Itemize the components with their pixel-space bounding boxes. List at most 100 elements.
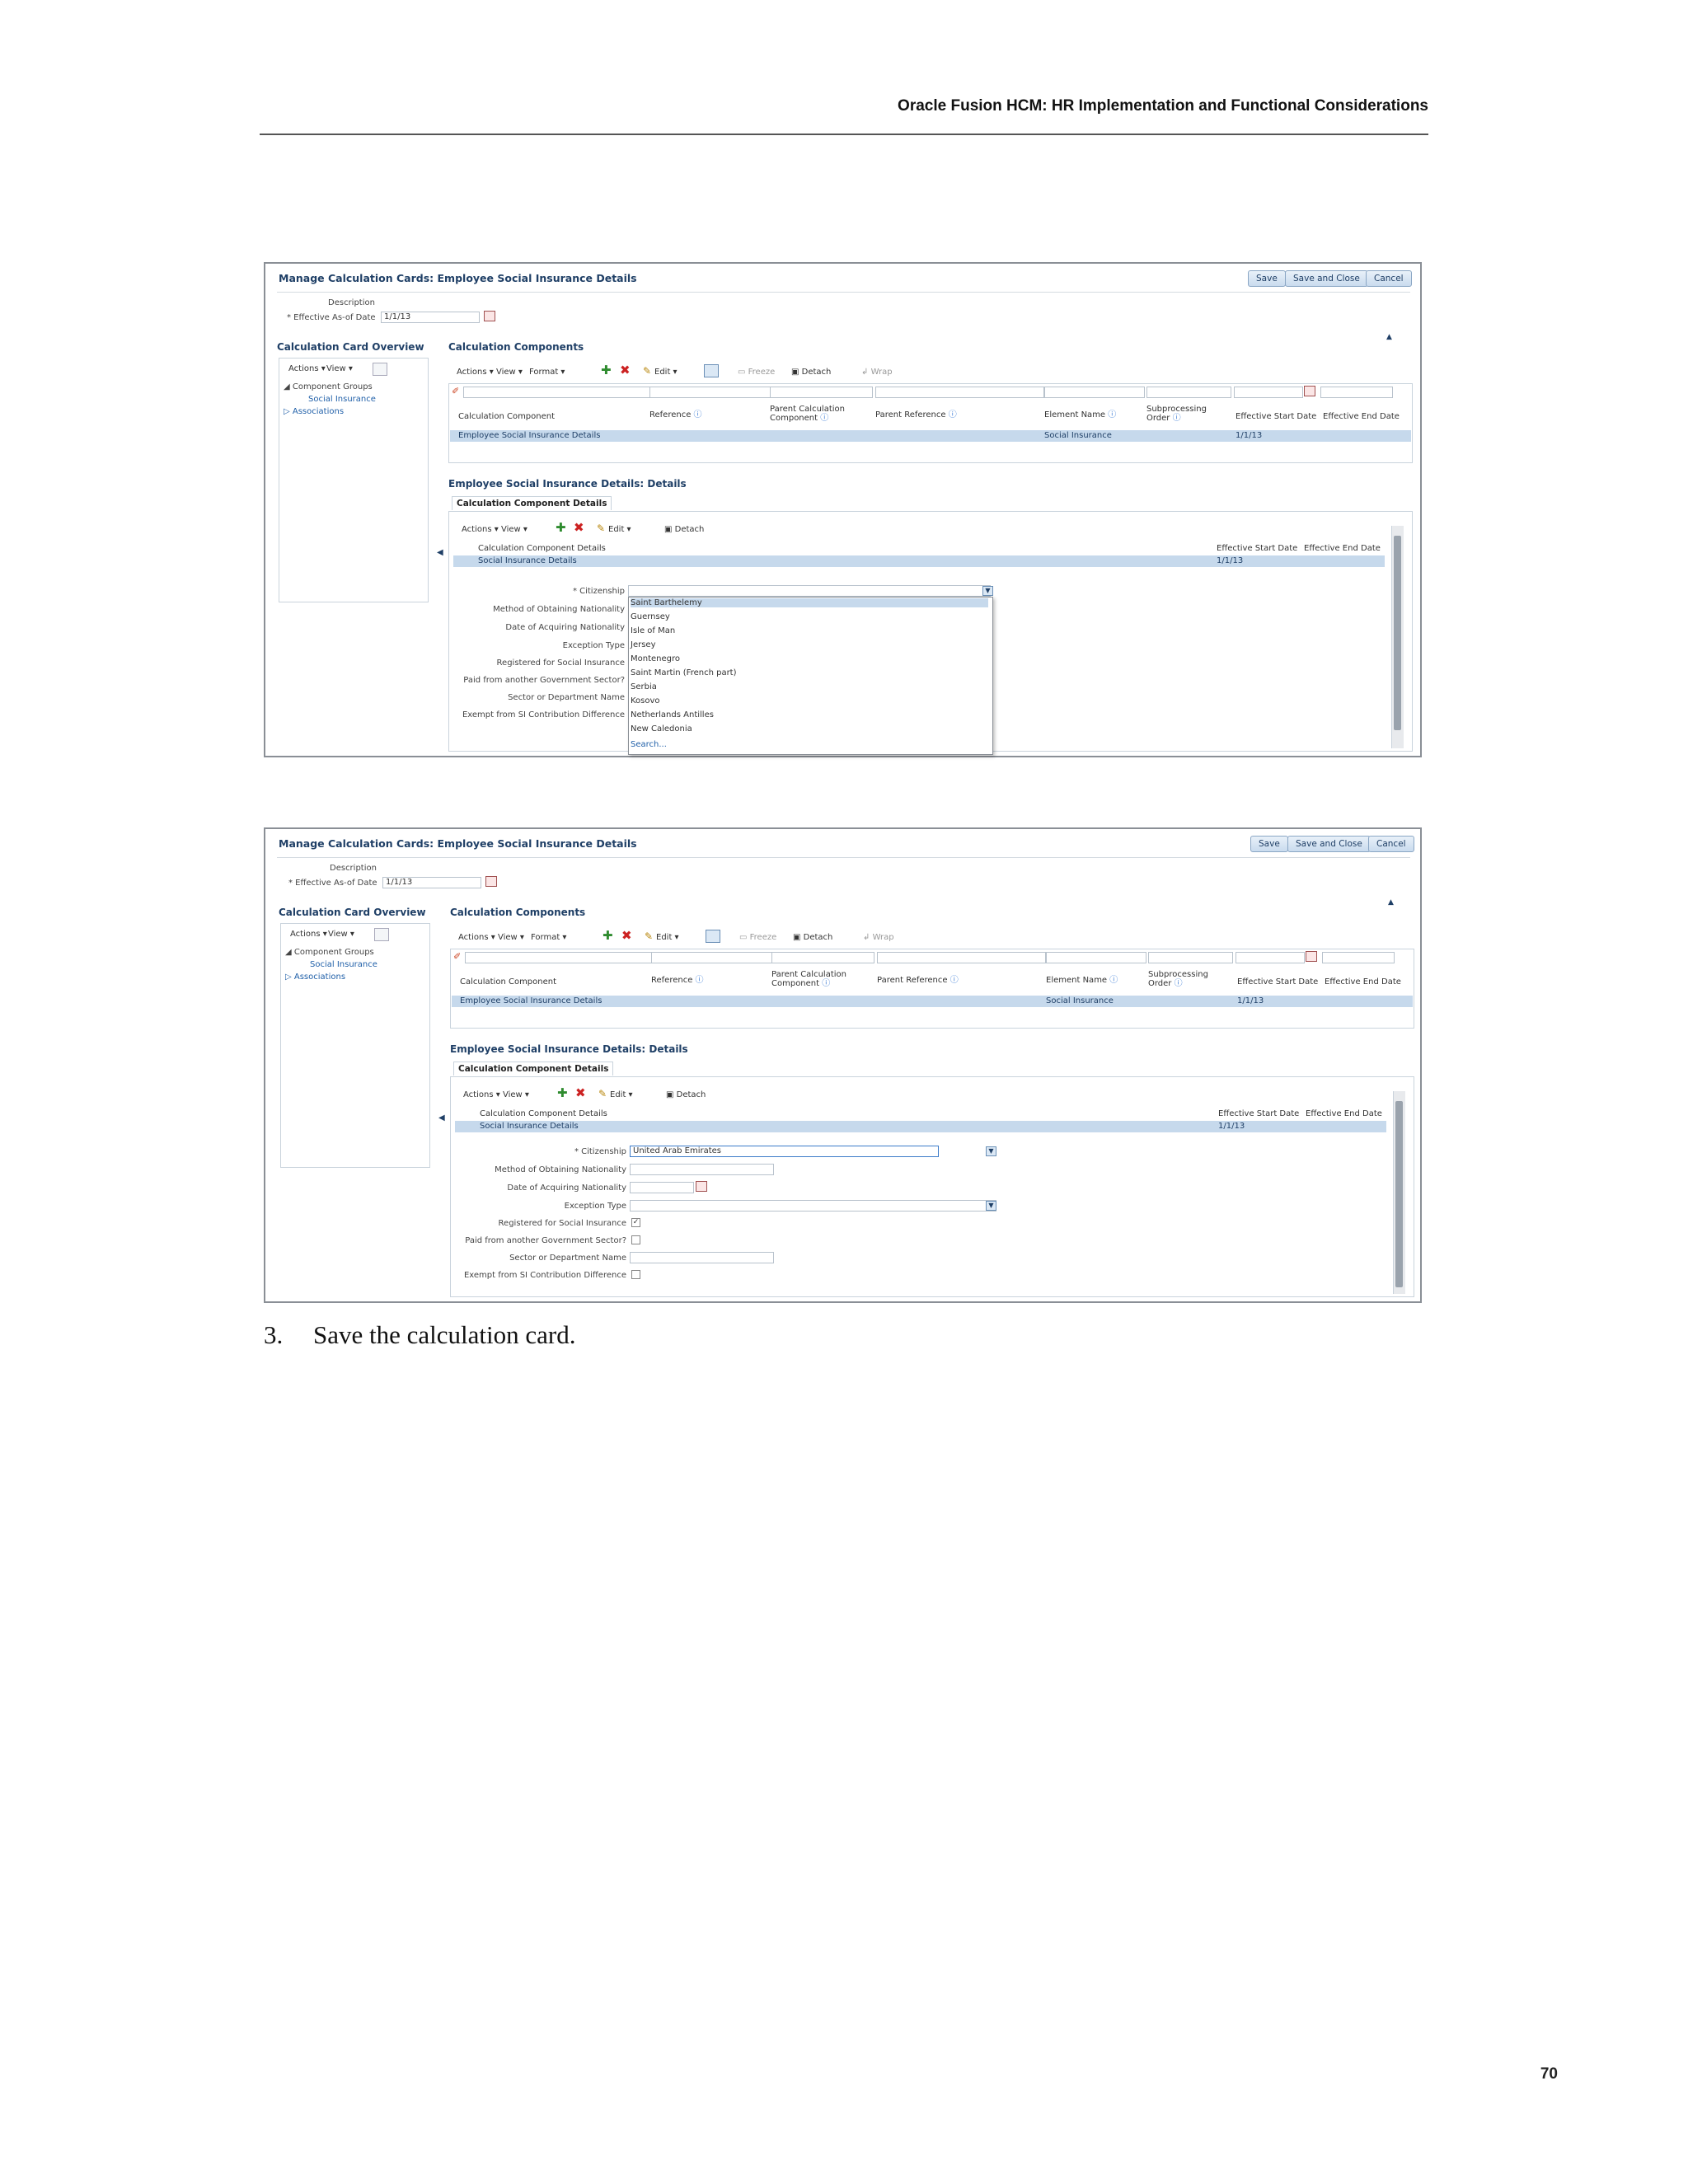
filter-eraser-icon[interactable]: ✐: [453, 951, 461, 962]
details-add-icon[interactable]: ✚: [557, 1087, 568, 1099]
help-icon[interactable]: ⓘ: [1175, 979, 1183, 988]
splitter-arrow-icon[interactable]: ◀: [438, 1113, 445, 1122]
dropdown-option[interactable]: Guernsey: [631, 612, 670, 621]
date-acquiring-calendar-icon[interactable]: [696, 1181, 707, 1192]
components-actions-menu[interactable]: Actions ▾: [457, 368, 494, 377]
paid-from-checkbox[interactable]: [631, 1235, 640, 1244]
tree-associations[interactable]: ▷ Associations: [285, 972, 345, 982]
dropdown-option[interactable]: Saint Martin (French part): [631, 668, 737, 677]
help-icon[interactable]: ⓘ: [822, 979, 830, 988]
col-element-name[interactable]: Element Name ⓘ: [1044, 410, 1116, 419]
delete-icon[interactable]: ✖: [620, 364, 631, 377]
filter-parent-reference[interactable]: [877, 952, 1046, 963]
col-ccd[interactable]: Calculation Component Details: [480, 1109, 607, 1118]
details-edit-menu[interactable]: Edit ▾: [608, 525, 631, 534]
details-actions-menu[interactable]: Actions ▾: [462, 525, 499, 534]
help-icon[interactable]: ⓘ: [1108, 410, 1116, 419]
tree-associations[interactable]: ▷ Associations: [284, 407, 344, 416]
col-eff-end[interactable]: Effective End Date: [1325, 977, 1401, 987]
col-parent-reference[interactable]: Parent Reference ⓘ: [877, 976, 959, 985]
delete-icon[interactable]: ✖: [621, 930, 632, 942]
filter-subprocessing[interactable]: [1148, 952, 1233, 963]
filter-parent-reference[interactable]: [875, 387, 1044, 398]
components-edit-menu[interactable]: Edit ▾: [656, 933, 679, 942]
citizenship-select[interactable]: [628, 585, 991, 597]
components-detach-button[interactable]: ▣ Detach: [793, 933, 832, 942]
overview-detach-icon[interactable]: [374, 928, 389, 941]
filter-eff-end[interactable]: [1322, 952, 1395, 963]
col-ccd-eff-end[interactable]: Effective End Date: [1304, 544, 1381, 553]
components-edit-menu[interactable]: Edit ▾: [654, 368, 678, 377]
pencil-icon[interactable]: ✎: [643, 365, 651, 377]
save-button[interactable]: Save: [1248, 270, 1286, 287]
col-calc-component[interactable]: Calculation Component: [460, 977, 556, 987]
details-table-row[interactable]: [453, 555, 1385, 567]
tab-calc-component-details[interactable]: Calculation Component Details: [452, 496, 612, 510]
components-wrap-button[interactable]: ↲ Wrap: [863, 933, 894, 942]
splitter-arrow-icon[interactable]: ◀: [437, 548, 443, 557]
filter-eff-end[interactable]: [1320, 387, 1393, 398]
cancel-button[interactable]: Cancel: [1366, 270, 1412, 287]
help-icon[interactable]: ⓘ: [949, 410, 957, 419]
details-detach-button[interactable]: ▣ Detach: [666, 1090, 706, 1099]
cancel-button[interactable]: Cancel: [1368, 836, 1414, 852]
filter-element-name[interactable]: [1044, 387, 1145, 398]
components-freeze-button[interactable]: ▭ Freeze: [739, 933, 776, 942]
chevron-down-icon[interactable]: ▼: [986, 1146, 996, 1156]
effective-date-input[interactable]: 1/1/13: [381, 312, 480, 323]
chevron-down-icon[interactable]: ▼: [982, 586, 993, 596]
filter-calc-component[interactable]: [465, 952, 654, 963]
calendar-icon[interactable]: [485, 876, 497, 887]
col-ccd[interactable]: Calculation Component Details: [478, 544, 606, 553]
dropdown-option[interactable]: Montenegro: [631, 654, 680, 663]
col-ccd-eff-end[interactable]: Effective End Date: [1306, 1109, 1382, 1118]
overview-actions-menu[interactable]: Actions ▾: [288, 364, 326, 373]
tree-social-insurance[interactable]: Social Insurance: [308, 395, 376, 404]
collapse-arrow-icon[interactable]: ▲: [1388, 898, 1394, 907]
filter-reference[interactable]: [649, 387, 771, 398]
citizenship-select[interactable]: United Arab Emirates: [630, 1146, 939, 1157]
filter-eff-start[interactable]: [1236, 952, 1305, 963]
details-table-row[interactable]: [455, 1121, 1386, 1132]
details-detach-button[interactable]: ▣ Detach: [664, 525, 704, 534]
dropdown-option[interactable]: Isle of Man: [631, 626, 675, 635]
help-icon[interactable]: ⓘ: [1109, 976, 1118, 985]
col-parent-reference[interactable]: Parent Reference ⓘ: [875, 410, 957, 419]
details-add-icon[interactable]: ✚: [556, 522, 566, 534]
col-eff-start[interactable]: Effective Start Date: [1237, 977, 1318, 987]
components-detach-button[interactable]: ▣ Detach: [791, 368, 831, 377]
method-input[interactable]: [630, 1164, 774, 1175]
overview-view-menu[interactable]: View ▾: [328, 930, 354, 939]
components-view-menu[interactable]: View ▾: [496, 368, 523, 377]
save-and-close-button[interactable]: Save and Close: [1285, 270, 1368, 287]
tree-social-insurance[interactable]: Social Insurance: [310, 960, 377, 969]
exempt-checkbox[interactable]: [631, 1270, 640, 1279]
details-scroll-thumb[interactable]: [1394, 536, 1401, 730]
col-ccd-eff-start[interactable]: Effective Start Date: [1218, 1109, 1299, 1118]
filter-calendar-icon[interactable]: [1306, 951, 1317, 962]
col-subprocessing[interactable]: Subprocessing Order ⓘ: [1148, 970, 1208, 988]
col-reference[interactable]: Reference ⓘ: [651, 976, 704, 985]
filter-parent-calc[interactable]: [770, 387, 873, 398]
col-subprocessing[interactable]: Subprocessing Order ⓘ: [1146, 405, 1207, 423]
filter-subprocessing[interactable]: [1146, 387, 1231, 398]
dropdown-option[interactable]: Saint Barthelemy: [631, 598, 988, 607]
help-icon[interactable]: ⓘ: [696, 976, 704, 985]
components-format-menu[interactable]: Format ▾: [529, 368, 565, 377]
details-view-menu[interactable]: View ▾: [503, 1090, 529, 1099]
details-delete-icon[interactable]: ✖: [575, 1087, 586, 1099]
query-by-example-icon[interactable]: [706, 930, 720, 943]
help-icon[interactable]: ⓘ: [1173, 414, 1181, 423]
sector-input[interactable]: [630, 1252, 774, 1263]
dropdown-option[interactable]: New Caledonia: [631, 724, 692, 733]
components-wrap-button[interactable]: ↲ Wrap: [861, 368, 893, 377]
filter-calendar-icon[interactable]: [1304, 386, 1315, 396]
details-view-menu[interactable]: View ▾: [501, 525, 528, 534]
exception-chevron-down-icon[interactable]: ▼: [986, 1201, 996, 1211]
details-delete-icon[interactable]: ✖: [574, 522, 584, 534]
add-icon[interactable]: ✚: [603, 930, 613, 942]
dropdown-option[interactable]: Serbia: [631, 682, 657, 691]
overview-actions-menu[interactable]: Actions ▾: [290, 930, 327, 939]
filter-calc-component[interactable]: [463, 387, 653, 398]
calendar-icon[interactable]: [484, 311, 495, 321]
